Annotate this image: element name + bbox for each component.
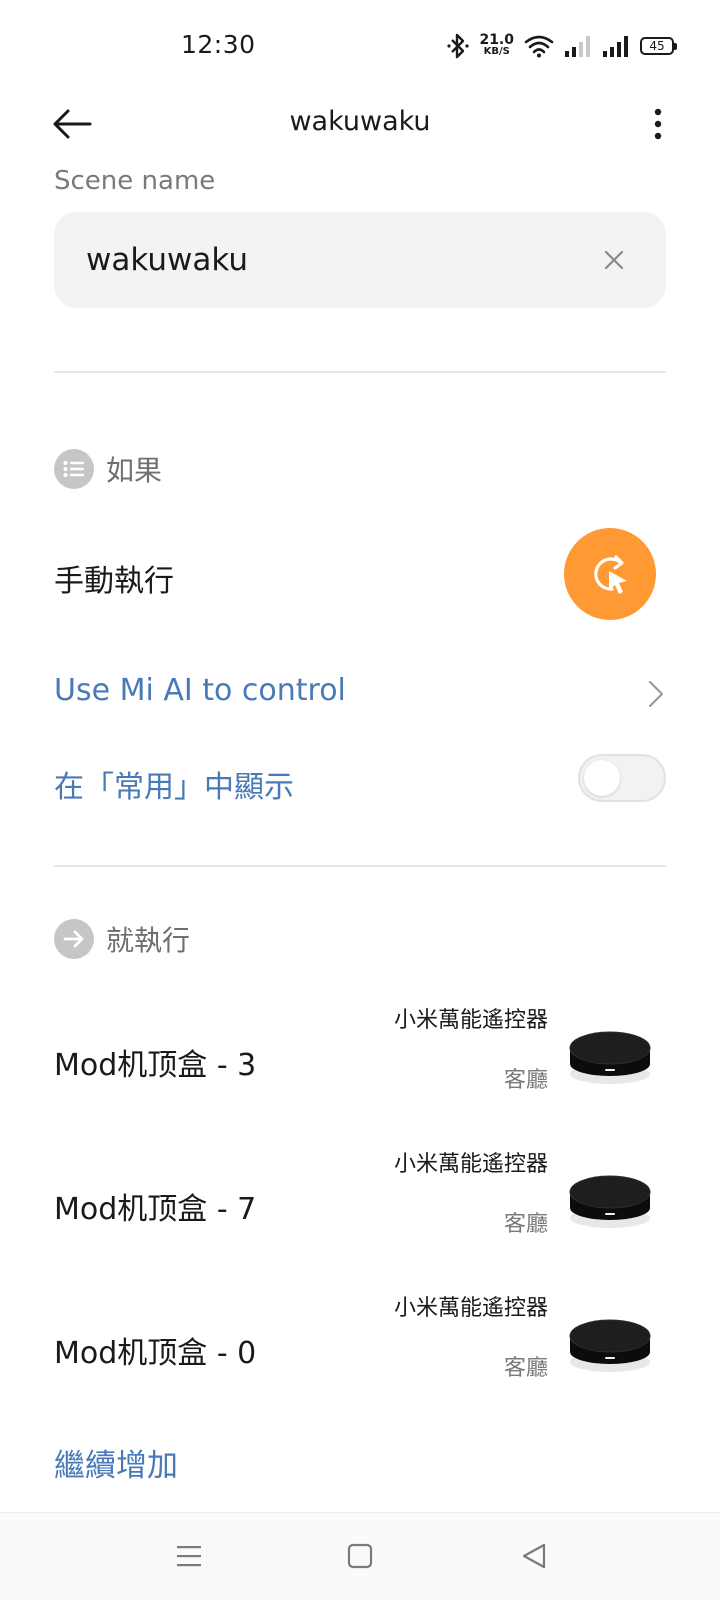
menu-icon — [177, 1546, 201, 1567]
show-in-common-row: 在「常用」中顯示 — [54, 756, 666, 806]
if-section-header: 如果 — [54, 449, 162, 489]
home-square-icon — [347, 1543, 373, 1569]
status-bar: 12:30 21.0 KB/S 45 — [0, 0, 720, 92]
title-bar: wakuwaku — [0, 92, 720, 156]
nav-menu-button[interactable] — [164, 1533, 214, 1579]
system-nav-bar — [0, 1512, 720, 1600]
mi-ai-control-link[interactable]: Use Mi AI to control — [54, 673, 346, 708]
if-section-title: 如果 — [106, 454, 163, 487]
more-options-button[interactable] — [642, 102, 674, 146]
action-row[interactable]: Mod机顶盒 - 0 小米萬能遙控器 客廳 — [54, 1290, 666, 1410]
page-title: wakuwaku — [289, 106, 431, 137]
then-section-title: 就執行 — [106, 924, 191, 957]
close-icon — [604, 250, 624, 270]
nav-home-button[interactable] — [335, 1533, 385, 1579]
signal-2-icon — [603, 36, 628, 57]
more-vertical-icon — [654, 108, 662, 140]
signal-1-icon — [565, 36, 590, 57]
action-name: Mod机顶盒 - 0 — [54, 1336, 257, 1371]
network-speed-value: 21.0 — [479, 32, 514, 48]
ir-remote-device-image — [569, 1319, 651, 1372]
action-device: 小米萬能遙控器 — [393, 1008, 548, 1033]
bluetooth-icon — [447, 33, 470, 59]
ir-remote-device-image — [569, 1031, 651, 1084]
mi-ai-control-row[interactable]: Use Mi AI to control — [54, 667, 666, 717]
scene-name-input[interactable] — [86, 236, 566, 284]
tap-cursor-icon — [594, 555, 627, 594]
divider — [54, 371, 666, 373]
scene-edit-screen: 12:30 21.0 KB/S 45 wakuwaku Scene name w… — [0, 0, 720, 1600]
divider — [54, 865, 666, 867]
action-device: 小米萬能遙控器 — [393, 1152, 548, 1177]
chevron-right-icon — [648, 680, 664, 708]
scene-name-field — [54, 212, 666, 308]
clear-button[interactable] — [598, 244, 630, 276]
action-name: Mod机顶盒 - 7 — [54, 1192, 257, 1227]
wifi-icon — [524, 35, 554, 58]
battery-icon: 45 — [640, 37, 677, 55]
action-room: 客廳 — [503, 1356, 548, 1381]
status-icons: 21.0 KB/S 45 — [447, 30, 677, 62]
ir-remote-device-image — [569, 1175, 651, 1228]
arrow-right-icon — [54, 919, 94, 959]
manual-execute-button[interactable] — [564, 528, 656, 620]
action-room: 客廳 — [503, 1212, 548, 1237]
action-device: 小米萬能遙控器 — [393, 1296, 548, 1321]
action-row[interactable]: Mod机顶盒 - 3 小米萬能遙控器 客廳 — [54, 1002, 666, 1122]
show-in-common-toggle[interactable] — [578, 754, 666, 802]
action-room: 客廳 — [503, 1068, 548, 1093]
then-section-header: 就執行 — [54, 919, 190, 959]
nav-back-button[interactable] — [509, 1533, 559, 1579]
show-in-common-label: 在「常用」中顯示 — [54, 770, 294, 805]
manual-execute-label: 手動執行 — [54, 564, 174, 599]
network-speed-unit: KB/S — [483, 46, 510, 57]
status-time: 12:30 — [181, 30, 256, 59]
action-row[interactable]: Mod机顶盒 - 7 小米萬能遙控器 客廳 — [54, 1146, 666, 1266]
add-more-button[interactable]: 繼續增加 — [54, 1440, 178, 1485]
action-name: Mod机顶盒 - 3 — [54, 1048, 257, 1083]
toggle-knob — [584, 760, 620, 796]
back-triangle-icon — [522, 1543, 546, 1569]
list-icon — [54, 449, 94, 489]
network-speed: 21.0 KB/S — [479, 32, 514, 58]
scene-name-label: Scene name — [54, 166, 216, 190]
